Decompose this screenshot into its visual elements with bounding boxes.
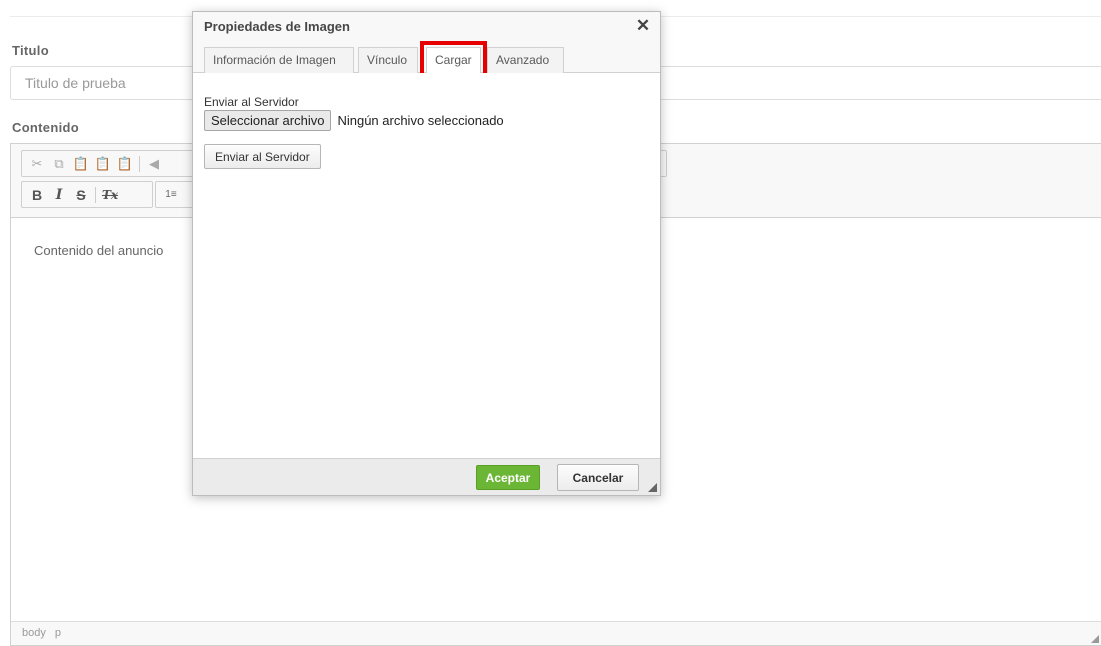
upload-panel: Enviar al Servidor Seleccionar archivo N… bbox=[193, 73, 660, 459]
close-icon[interactable]: ✕ bbox=[635, 17, 651, 34]
title-label: Titulo bbox=[12, 43, 49, 58]
paste-word-icon[interactable]: 📋 bbox=[114, 153, 136, 175]
file-status-text: Ningún archivo seleccionado bbox=[337, 113, 504, 128]
toolbar-separator bbox=[139, 155, 140, 172]
tab-image-info[interactable]: Información de Imagen bbox=[204, 47, 354, 73]
remove-format-button[interactable]: Tx bbox=[99, 184, 121, 206]
editor-placeholder: Contenido del anuncio bbox=[34, 243, 164, 258]
bold-button[interactable]: B bbox=[26, 184, 48, 206]
copy-icon[interactable]: ⧉ bbox=[48, 153, 70, 175]
content-label: Contenido bbox=[12, 120, 79, 135]
paste-icon[interactable]: 📋 bbox=[70, 153, 92, 175]
basic-styles-group: B I S Tx bbox=[21, 181, 153, 208]
editor-resize-grip[interactable] bbox=[1091, 635, 1099, 643]
cut-icon[interactable]: ✂ bbox=[26, 153, 48, 175]
numbered-list-button[interactable]: 1≡ bbox=[160, 184, 182, 206]
path-body[interactable]: body bbox=[22, 627, 46, 639]
ok-button[interactable]: Aceptar bbox=[476, 465, 540, 490]
cancel-button[interactable]: Cancelar bbox=[557, 464, 639, 491]
undo-icon[interactable]: ◀ bbox=[143, 153, 165, 175]
send-to-server-button[interactable]: Enviar al Servidor bbox=[204, 144, 321, 169]
upload-field-label: Enviar al Servidor bbox=[204, 95, 299, 109]
toolbar-separator bbox=[95, 186, 96, 203]
dialog-tabbar: Información de Imagen Vínculo Cargar Ava… bbox=[193, 42, 660, 74]
tab-advanced[interactable]: Avanzado bbox=[487, 47, 564, 73]
strike-button[interactable]: S bbox=[70, 184, 92, 206]
dialog-title[interactable]: Propiedades de Imagen bbox=[193, 12, 660, 42]
dialog-footer: Aceptar Cancelar bbox=[193, 458, 660, 495]
italic-button[interactable]: I bbox=[48, 184, 70, 206]
clipboard-group: ✂ ⧉ 📋 📋 📋 ◀ bbox=[21, 150, 221, 177]
choose-file-button[interactable]: Seleccionar archivo bbox=[204, 110, 332, 131]
tab-link[interactable]: Vínculo bbox=[358, 47, 418, 73]
paste-text-icon[interactable]: 📋 bbox=[92, 153, 114, 175]
path-p[interactable]: p bbox=[55, 627, 61, 639]
tab-upload[interactable]: Cargar bbox=[426, 47, 481, 74]
dialog-resize-grip[interactable] bbox=[648, 483, 657, 492]
file-input: Seleccionar archivo Ningún archivo selec… bbox=[204, 110, 649, 131]
image-properties-dialog: Propiedades de Imagen ✕ Información de I… bbox=[192, 11, 661, 496]
editor-statusbar: body p bbox=[11, 621, 1101, 645]
